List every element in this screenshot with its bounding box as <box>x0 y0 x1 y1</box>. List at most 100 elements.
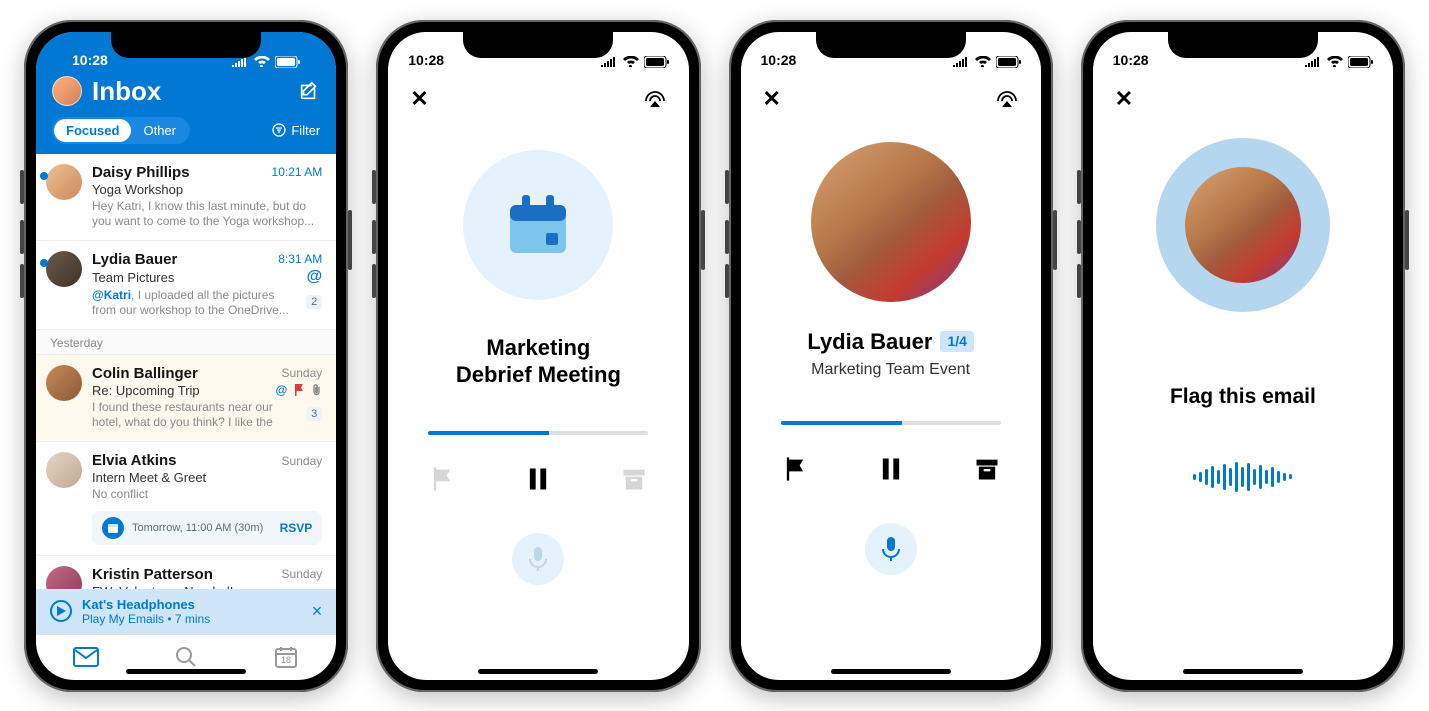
home-indicator[interactable] <box>1183 669 1303 674</box>
airplay-icon[interactable] <box>643 87 667 111</box>
message-subject: Re: Upcoming Trip <box>92 383 270 398</box>
message-preview: Hey Katri, I know this last minute, but … <box>92 199 322 230</box>
message-subject: Team Pictures <box>92 270 301 285</box>
sender-name: Kristin Patterson <box>92 566 276 583</box>
section-header: Yesterday <box>36 330 336 355</box>
message-subject: Yoga Workshop <box>92 182 322 197</box>
rsvp-button[interactable]: RSVP <box>280 521 313 535</box>
sender-name: Colin Ballinger <box>92 365 276 382</box>
notch <box>816 32 966 58</box>
mention-icon: @ <box>307 268 323 286</box>
flag-button[interactable] <box>428 465 456 493</box>
sender-avatar <box>46 365 82 401</box>
message-time: Sunday <box>282 454 323 468</box>
filter-icon <box>272 123 286 137</box>
home-indicator[interactable] <box>126 669 246 674</box>
tab-group: Focused Other <box>52 117 190 144</box>
compose-icon[interactable] <box>298 80 320 102</box>
banner-subtitle: Play My Emails • 7 mins <box>82 612 302 626</box>
notch <box>111 32 261 58</box>
message-time: Sunday <box>282 567 323 581</box>
sender-name: Elvia Atkins <box>92 452 276 469</box>
message-row[interactable]: Daisy Phillips 10:21 AM Yoga Workshop Hey… <box>36 154 336 241</box>
archive-button[interactable] <box>973 455 1001 483</box>
rsvp-time: Tomorrow, 11:00 AM (30m) <box>132 522 272 534</box>
message-time: 10:21 AM <box>272 165 323 179</box>
sender-photo-ring <box>1156 138 1330 312</box>
microphone-button[interactable] <box>512 533 564 585</box>
message-subject: Intern Meet & Greet <box>92 470 322 485</box>
close-icon[interactable]: ✕ <box>1115 86 1133 112</box>
event-avatar <box>463 150 613 300</box>
message-row[interactable]: Colin BallingerSunday Re: Upcoming Trip … <box>36 355 336 442</box>
tab-other[interactable]: Other <box>131 119 188 142</box>
status-time: 10:28 <box>761 52 797 68</box>
status-time: 10:28 <box>1113 52 1149 68</box>
message-preview: I found these restaurants near our hotel… <box>92 400 300 431</box>
status-icons <box>1305 56 1373 68</box>
notch <box>1168 32 1318 58</box>
home-indicator[interactable] <box>478 669 598 674</box>
account-avatar[interactable] <box>52 76 82 106</box>
svg-text:18: 18 <box>281 655 291 665</box>
progress-bar[interactable] <box>781 421 1001 425</box>
message-list[interactable]: Daisy Phillips 10:21 AM Yoga Workshop Hey… <box>36 154 336 589</box>
calendar-icon <box>102 517 124 539</box>
microphone-button[interactable] <box>865 523 917 575</box>
pause-button[interactable] <box>877 455 905 483</box>
banner-title: Kat's Headphones <box>82 597 302 612</box>
status-icons <box>601 56 669 68</box>
play-emails-banner[interactable]: Kat's Headphones Play My Emails • 7 mins… <box>36 589 336 634</box>
email-subject: Marketing Team Event <box>811 361 970 379</box>
filter-label: Filter <box>291 123 320 138</box>
flag-button[interactable] <box>781 455 809 483</box>
message-row[interactable]: Elvia Atkins Sunday Intern Meet & Greet N… <box>36 442 336 556</box>
inbox-title: Inbox <box>92 76 288 107</box>
sender-photo <box>811 142 971 302</box>
message-preview: No conflict <box>92 487 322 503</box>
airplay-icon[interactable] <box>995 87 1019 111</box>
event-title: MarketingDebrief Meeting <box>456 334 621 389</box>
sender-name: Lydia Bauer <box>92 251 272 268</box>
rsvp-card[interactable]: Tomorrow, 11:00 AM (30m) RSVP <box>92 511 322 545</box>
tab-focused[interactable]: Focused <box>54 119 131 142</box>
phone-email-play: 10:28 ✕ Lydia Bauer 1/4 Marketing Team E… <box>729 20 1053 692</box>
close-icon[interactable]: × <box>312 601 323 622</box>
close-icon[interactable]: ✕ <box>763 86 781 112</box>
nav-mail-icon[interactable] <box>72 643 100 671</box>
message-counter-badge: 1/4 <box>940 331 973 353</box>
thread-count-badge: 3 <box>306 407 322 421</box>
notch <box>463 32 613 58</box>
message-row[interactable]: Kristin Patterson Sunday FW: Volunteers N… <box>36 556 336 589</box>
pause-button[interactable] <box>524 465 552 493</box>
phone-inbox: 10:28 Inbox Focused Other F <box>24 20 348 692</box>
sender-avatar <box>46 164 82 200</box>
sender-avatar <box>46 452 82 488</box>
sender-name: Daisy Phillips <box>92 164 266 181</box>
progress-bar[interactable] <box>428 431 648 435</box>
home-indicator[interactable] <box>831 669 951 674</box>
nav-search-icon[interactable] <box>172 643 200 671</box>
unread-dot-icon <box>40 259 48 267</box>
phone-meeting-play: 10:28 ✕ MarketingDebrief <box>376 20 700 692</box>
phone-voice-command: 10:28 ✕ Flag this email <box>1081 20 1405 692</box>
unread-dot-icon <box>40 172 48 180</box>
message-time: Sunday <box>282 366 323 380</box>
flag-icon <box>293 384 305 396</box>
filter-button[interactable]: Filter <box>272 123 320 138</box>
message-row[interactable]: Lydia Bauer8:31 AM Team Pictures@ @Katri… <box>36 241 336 330</box>
play-icon <box>50 600 72 622</box>
close-icon[interactable]: ✕ <box>410 86 428 112</box>
attachment-icon <box>311 384 322 396</box>
sender-name: Lydia Bauer <box>807 328 932 356</box>
sender-avatar <box>46 566 82 589</box>
message-subject: FW: Volunteers Needed! <box>92 584 322 589</box>
archive-button[interactable] <box>620 465 648 493</box>
mention-icon: @ <box>276 383 288 397</box>
status-time: 10:28 <box>72 52 108 68</box>
sender-name-row: Lydia Bauer 1/4 <box>807 328 974 356</box>
message-time: 8:31 AM <box>278 252 322 266</box>
nav-calendar-icon[interactable]: 18 <box>272 643 300 671</box>
thread-count-badge: 2 <box>306 295 322 309</box>
status-time: 10:28 <box>408 52 444 68</box>
